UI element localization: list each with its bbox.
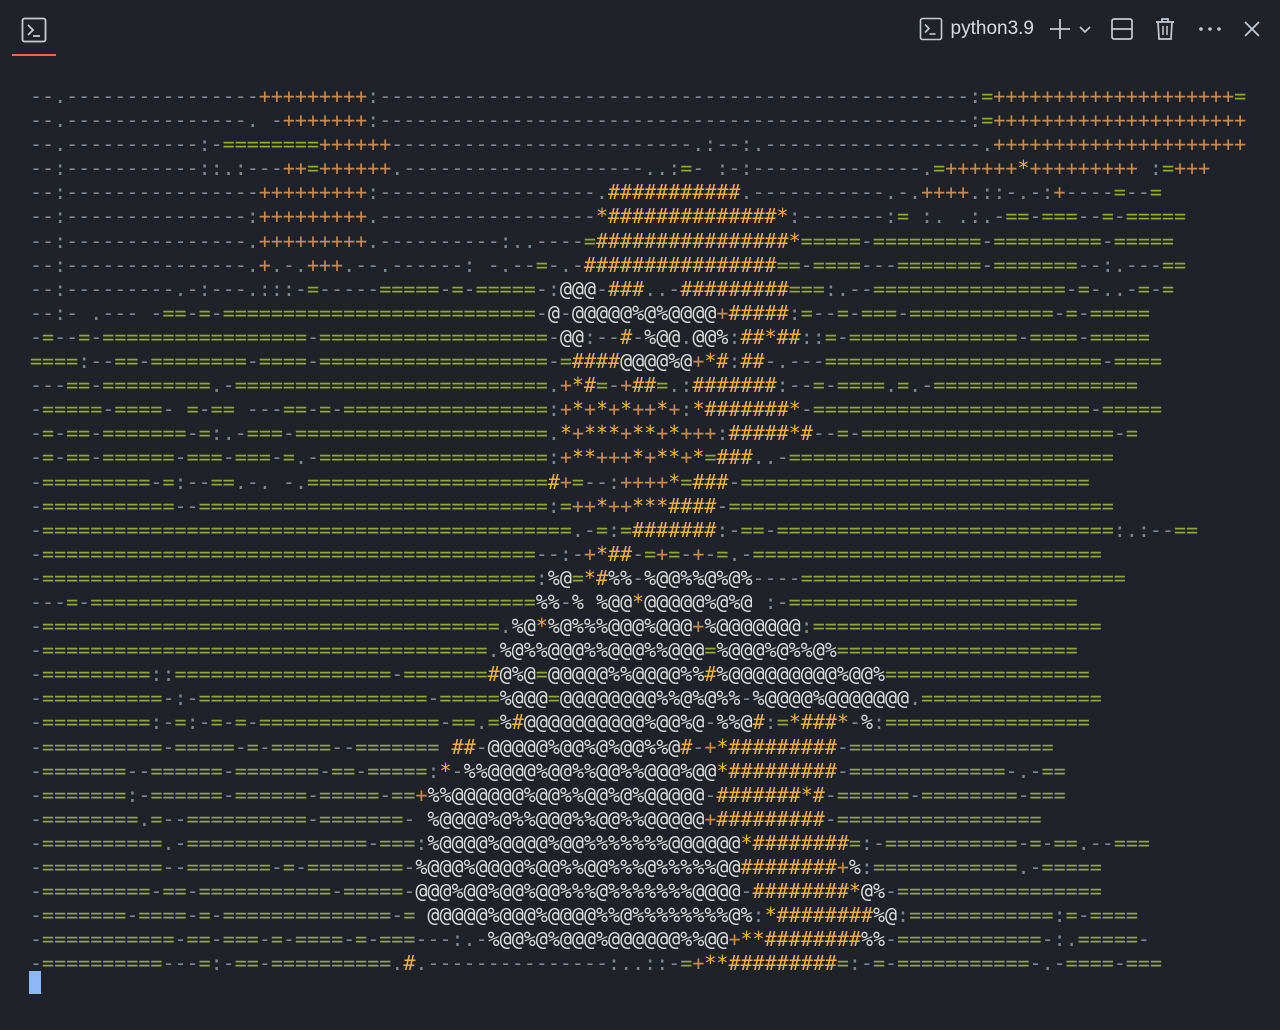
output-line: -========.=--==========-=======- %@@@@%@…: [30, 806, 1042, 831]
kill-terminal-button[interactable]: [1154, 12, 1176, 46]
plus-icon: [1048, 17, 1072, 41]
output-line: -=====================================.%…: [30, 638, 1078, 663]
terminal-output[interactable]: --.----------------+++++++++:-----------…: [30, 84, 1246, 975]
output-line: --.----------------+++++++++:-----------…: [30, 84, 1247, 108]
output-line: -==========.-===============-===:%@@@@%@…: [30, 830, 1150, 855]
output-line: -==========---=:-==-==========.#.-------…: [30, 951, 1162, 976]
output-line: -=========-=:--==.-. -.=================…: [30, 469, 1090, 494]
output-line: -=-==-=======-=:.-===-==================…: [30, 421, 1138, 446]
more-icon: [1198, 17, 1222, 41]
output-line: -=======:-======-======-=====-==+%%@@@@@…: [30, 782, 1066, 807]
terminal-toolbar: python3.9: [919, 12, 1262, 46]
terminal-icon: [20, 16, 48, 44]
profile-selector[interactable]: python3.9: [919, 12, 1048, 46]
new-terminal-button[interactable]: [1048, 12, 1072, 46]
output-line: -======================================.…: [30, 614, 1102, 639]
output-line: -==========--=======-=-========-%@@@%@@@…: [30, 855, 1102, 879]
output-line: -=--=-=================-================…: [30, 324, 1150, 349]
terminal-cursor: [29, 971, 41, 994]
output-line: --:-----------::.:---++=++++++.---------…: [30, 156, 1211, 181]
output-line: -=======================================…: [30, 565, 1126, 590]
output-line: --:---------------:+++++++++.-----------…: [30, 204, 1187, 229]
output-line: -=-==-======-===-===-=.-================…: [30, 445, 1114, 470]
output-line: --:- .--- -==-=-========================…: [30, 300, 1150, 325]
output-line: --:---------.-:---.:::-=-----=====-=-===…: [30, 276, 1175, 301]
output-line: --:---------------.+.-.+++.--.------: -.…: [30, 252, 1187, 277]
output-line: -=====-====- =-== ---==-=-==============…: [30, 397, 1163, 422]
terminal-tab[interactable]: [12, 10, 56, 56]
more-actions-button[interactable]: [1198, 12, 1222, 46]
output-line: -==========-:-===================-=====%…: [30, 686, 1102, 711]
output-line: -==========-=====-=-=====--======= ##-@@…: [30, 734, 1054, 759]
profile-name: python3.9: [950, 18, 1034, 39]
output-line: -=======-====-=-==============-= @@@@@%@…: [30, 903, 1138, 928]
close-icon: [1242, 19, 1262, 39]
split-terminal-button[interactable]: [1110, 12, 1134, 46]
output-line: --.---------------. -+++++++:-----------…: [30, 108, 1247, 133]
output-line: -===========-==-===-=-====-=-===---:.-%@…: [30, 927, 1150, 952]
output-line: -=========-==-===========-=====-@@@%@@%@…: [30, 879, 1102, 904]
trash-icon: [1154, 17, 1176, 41]
output-line: --:----------------+++++++++:-----------…: [30, 180, 1162, 205]
output-line: -=======--======-=======-==-=====:*-%%@@…: [30, 758, 1066, 783]
output-line: --.-----------:-========++++++----------…: [30, 132, 1247, 157]
output-line: ====:--==-========-====-================…: [30, 349, 1162, 374]
output-line: --:---------------.+++++++++.----------:…: [30, 228, 1174, 253]
output-line: ---==-=========.-=======================…: [30, 373, 1138, 398]
output-line: -=======================================…: [30, 541, 1102, 566]
output-line: -===========--==========================…: [30, 493, 1114, 518]
terminal-panel: python3.9 --.----------------+++++++++:-…: [0, 0, 1280, 1030]
split-icon: [1110, 17, 1134, 41]
output-line: -=========:-=:-=-=-===============-==.=%…: [30, 710, 1090, 735]
chevron-down-icon: [1078, 22, 1092, 36]
panel-header: python3.9: [0, 0, 1280, 58]
output-line: -=======================================…: [30, 517, 1199, 542]
output-line: -=========::==================-=======#@…: [30, 662, 1090, 687]
output-line: ---=-===================================…: [30, 589, 1078, 614]
launch-profile-dropdown[interactable]: [1078, 12, 1092, 46]
close-panel-button[interactable]: [1242, 12, 1262, 46]
terminal-icon: [919, 17, 943, 41]
